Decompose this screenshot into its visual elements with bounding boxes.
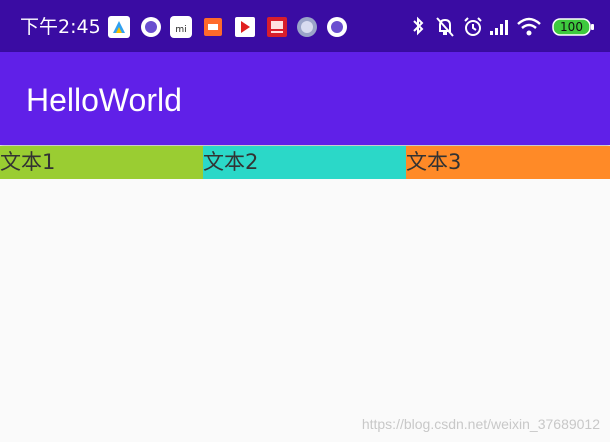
video-icon <box>234 16 256 38</box>
text-item-1-label: 文本1 <box>0 150 56 174</box>
svg-text:mi: mi <box>175 25 186 35</box>
mi-store-icon: mi <box>170 16 192 38</box>
text-item-1: 文本1 <box>0 146 203 179</box>
app-icon-3 <box>326 16 348 38</box>
app-bar: HelloWorld <box>0 52 610 145</box>
battery-level: 100 <box>560 20 583 34</box>
vpn-icon <box>296 16 318 38</box>
battery-icon: 100 <box>552 14 596 40</box>
tv-icon <box>266 16 288 38</box>
status-time: 下午2:45 <box>20 16 101 38</box>
text-item-3: 文本3 <box>406 146 610 179</box>
app-icon-1 <box>108 16 130 38</box>
watermark: https://blog.csdn.net/weixin_37689012 <box>361 416 600 432</box>
bluetooth-icon <box>410 14 426 40</box>
mute-icon <box>434 14 456 40</box>
status-bar: 下午2:45 mi 100 <box>0 0 610 52</box>
app-icon-2 <box>140 16 162 38</box>
alarm-icon <box>462 14 484 40</box>
wifi-icon <box>516 14 542 40</box>
text-item-2: 文本2 <box>203 146 406 179</box>
text-row: 文本1 文本2 文本3 <box>0 146 610 179</box>
text-item-2-label: 文本2 <box>203 150 259 174</box>
signal-icon <box>488 14 512 40</box>
mi-icon <box>202 16 224 38</box>
text-item-3-label: 文本3 <box>406 150 462 174</box>
app-title: HelloWorld <box>26 82 182 118</box>
